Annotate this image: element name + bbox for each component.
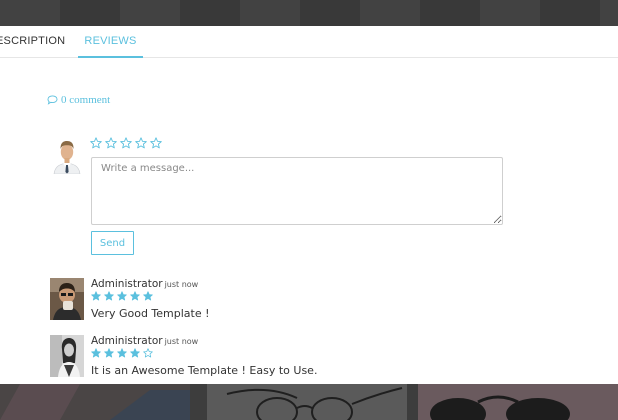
- current-user-avatar: [51, 136, 83, 174]
- comment-icon: [47, 95, 58, 105]
- review-item: Administrator just now It is an Awesome T…: [50, 335, 570, 385]
- product-thumbnail[interactable]: [207, 384, 407, 420]
- tab-reviews[interactable]: REVIEWS: [78, 26, 143, 58]
- review-author-line: Administrator just now: [91, 278, 198, 290]
- review-rating: [91, 291, 153, 301]
- product-thumbnail[interactable]: [418, 384, 618, 420]
- review-text: It is an Awesome Template ! Easy to Use.: [91, 364, 318, 377]
- star-filled-icon: [130, 348, 140, 358]
- star-filled-icon: [104, 291, 114, 301]
- avatar: [50, 335, 84, 377]
- star-filled-icon: [91, 348, 101, 358]
- product-images-strip: [0, 384, 618, 420]
- review-author-line: Administrator just now: [91, 335, 198, 347]
- message-input[interactable]: [91, 157, 503, 225]
- review-author: Administrator: [91, 278, 163, 290]
- star-empty-icon: [143, 348, 153, 358]
- star-filled-icon: [91, 291, 101, 301]
- star-filled-icon: [117, 291, 127, 301]
- star-filled-icon: [130, 291, 140, 301]
- review-item: Administrator just now Very Good Template…: [50, 278, 570, 328]
- avatar: [50, 278, 84, 320]
- star-icon[interactable]: [120, 137, 132, 149]
- rating-input[interactable]: [90, 137, 162, 149]
- product-thumbnail[interactable]: [0, 384, 190, 420]
- star-filled-icon: [117, 348, 127, 358]
- tab-bar: ESCRIPTION REVIEWS: [0, 26, 618, 58]
- review-text: Very Good Template !: [91, 307, 210, 320]
- review-rating: [91, 348, 153, 358]
- review-time: just now: [164, 337, 199, 346]
- star-icon[interactable]: [135, 137, 147, 149]
- send-button[interactable]: Send: [91, 231, 134, 255]
- review-author: Administrator: [91, 335, 163, 347]
- header-image-strip: [0, 0, 618, 26]
- tab-description[interactable]: ESCRIPTION: [0, 26, 65, 58]
- star-icon[interactable]: [90, 137, 102, 149]
- star-filled-icon: [104, 348, 114, 358]
- star-icon[interactable]: [105, 137, 117, 149]
- star-icon[interactable]: [150, 137, 162, 149]
- comment-count-link[interactable]: 0 comment: [47, 94, 110, 106]
- comment-count-label: 0 comment: [61, 94, 111, 106]
- review-time: just now: [164, 280, 199, 289]
- star-filled-icon: [143, 291, 153, 301]
